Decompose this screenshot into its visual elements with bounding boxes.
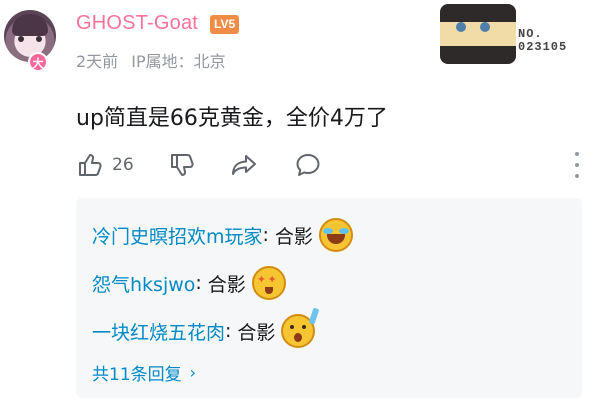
chevron-right-icon: › bbox=[189, 362, 197, 382]
comment-actions: 26 bbox=[76, 150, 586, 180]
reply-separator: : bbox=[225, 320, 232, 342]
avatar-with-pendant[interactable]: 大 bbox=[2, 8, 60, 72]
vip-badge: 大 bbox=[28, 52, 48, 72]
reply-text: 合影 bbox=[237, 321, 276, 344]
reply-item[interactable]: 冷门史暝招欢m玩家 : 合影 bbox=[92, 216, 353, 254]
level-badge: LV5 bbox=[210, 15, 240, 34]
more-options-button[interactable] bbox=[574, 152, 580, 178]
reply-text: 合影 bbox=[207, 273, 246, 296]
like-count: 26 bbox=[112, 155, 134, 175]
reply-text: 合影 bbox=[274, 225, 313, 248]
reply-button[interactable] bbox=[294, 150, 322, 180]
dislike-button[interactable] bbox=[168, 150, 196, 180]
thumbs-down-icon bbox=[171, 154, 194, 176]
dot-icon bbox=[575, 152, 579, 156]
reply-username[interactable]: 怨气hksjwo bbox=[92, 270, 195, 297]
thumbs-up-icon bbox=[79, 154, 102, 176]
like-button[interactable]: 26 bbox=[76, 150, 134, 180]
starry-eyes-emoji-icon bbox=[251, 266, 286, 300]
speech-bubble-icon bbox=[296, 154, 320, 176]
reply-item[interactable]: 一块红烧五花肉 : 合影 bbox=[92, 307, 320, 350]
comment-time: 2天前 bbox=[76, 52, 119, 71]
share-arrow-icon bbox=[232, 155, 256, 175]
dot-icon bbox=[575, 163, 579, 167]
fan-decoration-image[interactable] bbox=[440, 4, 516, 64]
username[interactable]: GHOST-Goat bbox=[76, 12, 198, 35]
reply-username[interactable]: 冷门史暝招欢m玩家 bbox=[92, 222, 263, 249]
fan-decoration-number: NO. 023105 bbox=[518, 28, 567, 54]
reply-username[interactable]: 一块红烧五花肉 bbox=[92, 318, 225, 345]
laughing-tears-emoji-icon bbox=[318, 218, 353, 252]
view-all-replies-link[interactable]: 共11条回复 › bbox=[92, 358, 196, 386]
reply-separator: : bbox=[262, 224, 269, 246]
glowstick-icon bbox=[309, 307, 320, 325]
ip-location: IP属地：北京 bbox=[131, 52, 226, 71]
reply-separator: : bbox=[195, 272, 202, 294]
comment-text: up简直是66克黄金，全价4万了 bbox=[76, 106, 388, 131]
reply-preview-box: 冷门史暝招欢m玩家 : 合影 怨气hksjwo : 合影 一块红烧五花肉 : 合… bbox=[76, 198, 582, 398]
reply-count-label: 共11条回复 bbox=[92, 364, 182, 385]
comment-meta: 2天前 IP属地：北京 bbox=[76, 48, 234, 72]
shocked-emoji-icon bbox=[281, 307, 320, 348]
decoration-number-value: 023105 bbox=[518, 40, 568, 54]
reply-item[interactable]: 怨气hksjwo : 合影 bbox=[92, 264, 286, 302]
share-button[interactable] bbox=[230, 150, 258, 180]
dot-icon bbox=[575, 174, 579, 178]
